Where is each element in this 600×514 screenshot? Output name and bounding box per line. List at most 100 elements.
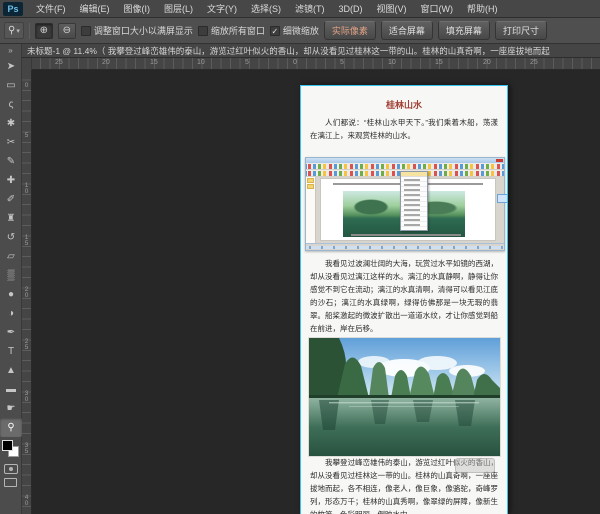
menu-file[interactable]: 文件(F) [29,0,73,18]
brush-tool[interactable]: ✐ [0,190,22,209]
menu-help[interactable]: 帮助(H) [460,0,505,18]
print-size-button[interactable]: 打印尺寸 [495,21,547,40]
options-bar: ⚲ ▾ ⊕ ⊖ 调整窗口大小以满屏显示 缩放所有窗口 ✓ 细微缩放 实际像素 适… [0,18,600,44]
zoom-out-button[interactable]: ⊖ [58,23,76,39]
page-title: 桂林山水 [301,98,507,111]
photoshop-window: Ps 文件(F) 编辑(E) 图像(I) 图层(L) 文字(Y) 选择(S) 滤… [0,0,600,514]
word-titlebar [306,158,504,163]
menu-layer[interactable]: 图层(L) [157,0,200,18]
tool-preset-picker[interactable]: ⚲ ▾ [4,22,24,39]
toolbox: » ➤ ▭ ς ✱ ✂ ✎ ✚ ✐ ♜ ↺ ▱ ▒ ● ◑ ✒ T ▲ ▬ ☛ … [0,44,22,514]
word-close-icon [496,159,503,162]
eraser-tool[interactable]: ▱ [0,247,22,266]
hruler-number: 15 [150,59,158,66]
type-tool[interactable]: T [0,342,22,361]
paragraph-1: 人们都说：“桂林山水甲天下。”我们乘着木船，荡漾在漓江上，来观赏桂林的山水。 [310,116,498,143]
zoom-tool[interactable]: ⚲ [0,418,22,437]
vruler-number: 35 [23,442,30,454]
fill-screen-button[interactable]: 填充屏幕 [438,21,490,40]
scrubby-zoom-checkbox-group[interactable]: ✓ 细微缩放 [270,24,319,37]
hruler-number: 15 [435,59,443,66]
quick-mask-button[interactable] [4,464,18,474]
resize-windows-label: 调整窗口大小以满屏显示 [94,24,193,37]
document-tab-bar: 未标题-1 @ 11.4%（ 我攀登过峰峦雄伟的泰山，游览过红叶似火的香山，却从… [22,44,600,58]
vruler-number: 0 [23,82,30,88]
vruler-number: 5 [23,132,30,138]
toolbox-collapse-chevrons[interactable]: » [0,44,21,57]
resize-windows-checkbox[interactable] [81,26,91,36]
menu-3d[interactable]: 3D(D) [332,0,370,18]
menu-image[interactable]: 图像(I) [117,0,158,18]
paragraph-2: 我看见过波澜壮阔的大海，玩赏过水平如镜的西湖，却从没看见过漓江这样的水。漓江的水… [310,257,498,336]
gradient-tool[interactable]: ▒ [0,266,22,285]
hruler-number: 5 [245,59,249,66]
lasso-tool[interactable]: ς [0,95,22,114]
ruler-corner [22,58,32,70]
menu-bar: Ps 文件(F) 编辑(E) 图像(I) 图层(L) 文字(Y) 选择(S) 滤… [0,0,600,18]
shape-tool[interactable]: ▬ [0,380,22,399]
word-statusbar [306,243,504,250]
vruler-number: 10 [23,182,30,194]
hruler-number: 25 [55,59,63,66]
zoom-all-windows-checkbox-group[interactable]: 缩放所有窗口 [198,24,265,37]
pen-tool[interactable]: ✒ [0,323,22,342]
clone-stamp-tool[interactable]: ♜ [0,209,22,228]
menu-window[interactable]: 窗口(W) [414,0,461,18]
eyedropper-tool[interactable]: ✎ [0,152,22,171]
marquee-tool[interactable]: ▭ [0,76,22,95]
scrubby-zoom-checkbox[interactable]: ✓ [270,26,280,36]
hruler-number: 10 [197,59,205,66]
hruler-number: 0 [293,59,297,66]
hruler-number: 10 [388,59,396,66]
vruler-number: 40 [23,494,30,506]
menu-select[interactable]: 选择(S) [244,0,288,18]
vruler-number: 25 [23,338,30,350]
zoom-all-windows-label: 缩放所有窗口 [211,24,265,37]
quick-selection-tool[interactable]: ✱ [0,114,22,133]
foreground-color-swatch[interactable] [2,440,13,451]
dodge-tool[interactable]: ◑ [0,304,22,323]
word-sidebar-item [307,178,314,183]
horizontal-ruler[interactable]: 25 20 15 10 5 0 5 10 15 20 25 [22,58,600,70]
hill-shape [353,199,390,215]
hruler-number: 20 [102,59,110,66]
word-dropdown-menu [400,171,428,231]
photoshop-logo: Ps [3,2,23,16]
watermark-stamp [455,458,495,473]
word-sidebar [306,177,316,243]
move-tool[interactable]: ➤ [0,57,22,76]
menu-view[interactable]: 视图(V) [370,0,414,18]
word-sidebar-item [307,184,314,189]
vruler-number: 20 [23,286,30,298]
vertical-ruler[interactable]: 0 5 10 15 20 25 30 35 40 [22,70,32,514]
menu-edit[interactable]: 编辑(E) [73,0,117,18]
vruler-number: 15 [23,234,30,246]
resize-windows-checkbox-group[interactable]: 调整窗口大小以满屏显示 [81,24,193,37]
color-swatches [0,439,22,461]
crop-tool[interactable]: ✂ [0,133,22,152]
zoom-tool-icon: ⚲ [8,25,15,36]
menu-filter[interactable]: 滤镜(T) [288,0,332,18]
hruler-number: 25 [530,59,538,66]
hand-tool[interactable]: ☛ [0,399,22,418]
zoom-in-button[interactable]: ⊕ [35,23,53,39]
screen-mode-button[interactable] [4,478,17,487]
history-brush-tool[interactable]: ↺ [0,228,22,247]
zoom-all-windows-checkbox[interactable] [198,26,208,36]
menu-type[interactable]: 文字(Y) [200,0,244,18]
path-selection-tool[interactable]: ▲ [0,361,22,380]
document-page[interactable]: 桂林山水 人们都说：“桂林山水甲天下。”我们乘着木船，荡漾在漓江上，来观赏桂林的… [300,85,508,514]
hruler-number: 20 [483,59,491,66]
word-toolbar-row [306,163,504,170]
document-tab[interactable]: 未标题-1 @ 11.4%（ 我攀登过峰峦雄伟的泰山，游览过红叶似火的香山，却从… [22,44,600,58]
word-floating-button [497,194,508,203]
zoom-out-icon: ⊖ [63,25,71,36]
healing-brush-tool[interactable]: ✚ [0,171,22,190]
word-caption-line [351,234,461,236]
hruler-number: 5 [340,59,344,66]
actual-pixels-button[interactable]: 实际像素 [324,21,376,40]
fit-screen-button[interactable]: 适合屏幕 [381,21,433,40]
blur-tool[interactable]: ● [0,285,22,304]
embedded-word-screenshot [305,157,505,251]
guilin-photo [309,338,500,456]
